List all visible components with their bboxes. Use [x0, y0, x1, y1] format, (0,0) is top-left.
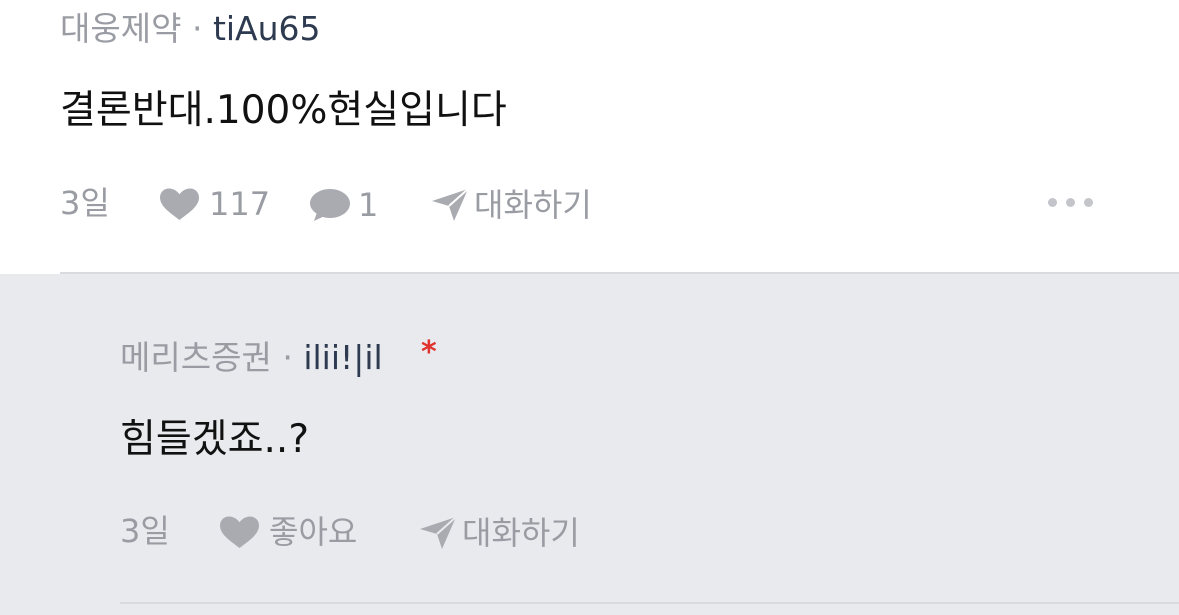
reply-conversation-button[interactable]: 대화하기	[418, 515, 580, 551]
comment-card: 대웅제약 · tiAu65 결론반대.100%현실입니다 3일 117 1 대화…	[0, 0, 1179, 273]
author-separator: ·	[282, 338, 293, 377]
reply-like-button[interactable]: 좋아요	[218, 515, 357, 549]
like-count: 117	[209, 185, 271, 223]
like-button[interactable]: 117	[158, 187, 270, 221]
reply-conversation-label: 대화하기	[462, 514, 580, 552]
heart-icon	[220, 516, 259, 548]
comment-nickname[interactable]: tiAu65	[213, 9, 321, 48]
comment-time-label: 3일	[60, 184, 110, 222]
comment-company: 대웅제약	[60, 9, 182, 48]
author-separator: ·	[191, 9, 203, 48]
reply-nickname[interactable]: ilii!|il	[303, 338, 382, 377]
conversation-button[interactable]: 대화하기	[430, 187, 592, 223]
comment-author-line: 대웅제약 · tiAu65	[60, 12, 321, 45]
comment-count-button[interactable]: 1	[308, 187, 378, 223]
comment-count: 1	[358, 186, 379, 224]
comment-text: 결론반대.100%현실입니다	[60, 88, 507, 133]
more-dot	[1084, 198, 1093, 207]
reply-text: 힘들겠죠..?	[120, 417, 310, 462]
speech-bubble-icon	[310, 189, 350, 221]
comment-time: 3일	[60, 187, 110, 219]
author-marker: *	[421, 335, 437, 370]
more-dot	[1066, 198, 1075, 207]
reply-author-line: 메리츠증권 · ilii!|il	[120, 341, 383, 374]
reply-time-label: 3일	[120, 512, 170, 550]
reply-company: 메리츠증권	[120, 338, 272, 377]
send-icon	[432, 188, 469, 221]
reply-like-label: 좋아요	[269, 513, 358, 551]
reply-time: 3일	[120, 515, 170, 547]
more-horizontal-icon[interactable]	[1048, 198, 1093, 207]
send-icon	[420, 516, 457, 549]
more-dot	[1048, 198, 1057, 207]
heart-icon	[160, 188, 199, 220]
reply-divider	[120, 602, 1179, 604]
conversation-label: 대화하기	[474, 186, 592, 224]
